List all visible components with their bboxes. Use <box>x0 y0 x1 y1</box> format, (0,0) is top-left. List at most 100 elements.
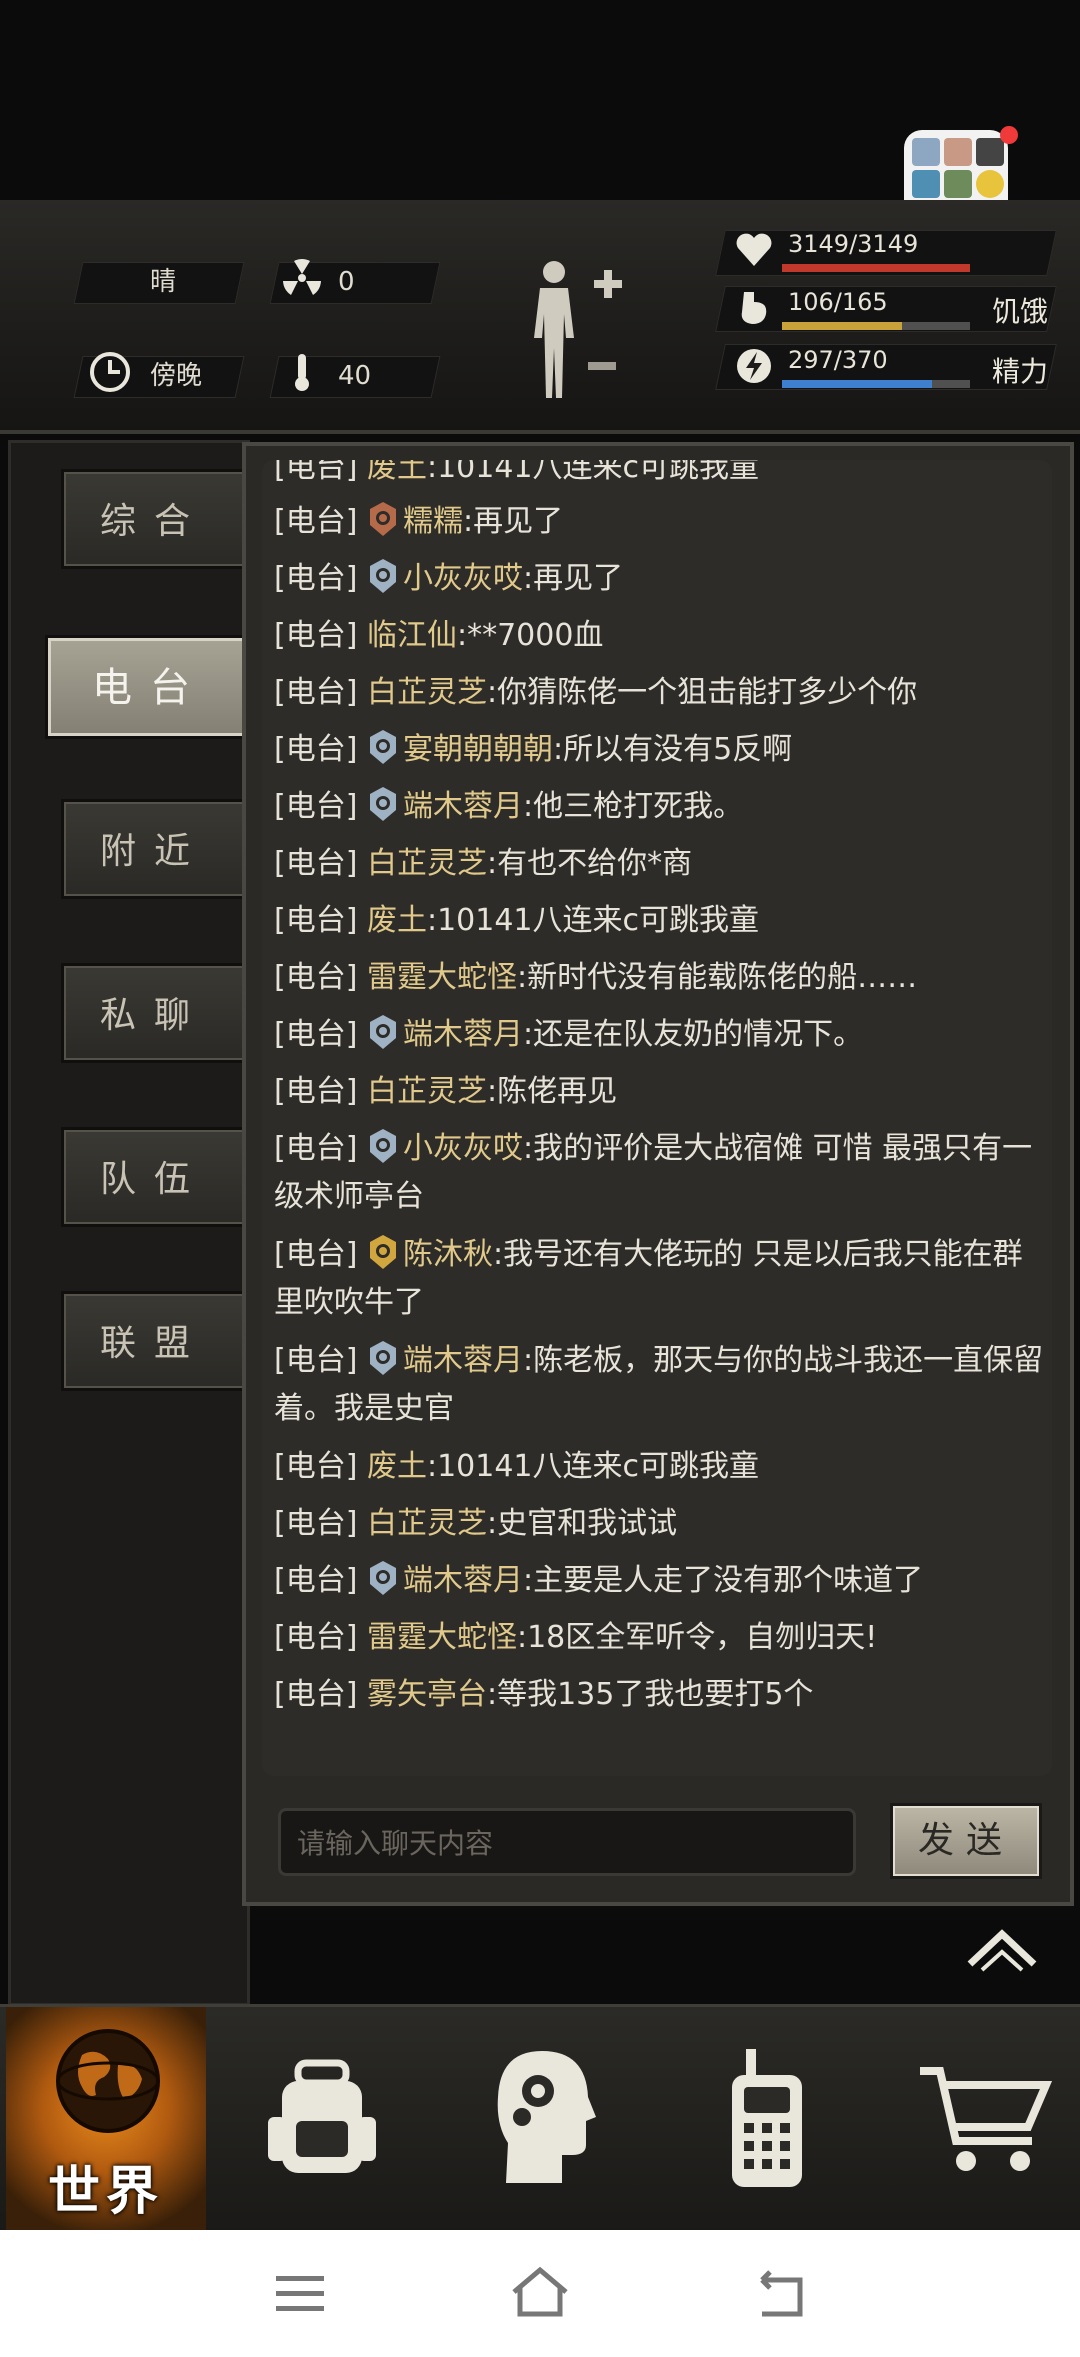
channel-tag: [电台] <box>274 1237 358 1272</box>
message-text: :主要是人走了没有那个味道了 <box>522 1563 924 1598</box>
energy-text: 297/370 <box>788 346 888 374</box>
sender-name[interactable]: 白芷灵芝 <box>367 1506 487 1541</box>
nav-radio[interactable] <box>710 2007 820 2233</box>
body-status-button[interactable] <box>520 258 630 408</box>
nav-shop[interactable] <box>910 2007 1060 2233</box>
sender-name[interactable]: 宴朝朝朝朝 <box>403 732 553 767</box>
channel-tag: [电台] <box>274 561 358 596</box>
thermometer-icon <box>280 350 324 394</box>
sender-name[interactable]: 端木蓉月 <box>403 1563 523 1598</box>
channel-tag: [电台] <box>274 1131 358 1166</box>
hunger-bar <box>782 322 970 330</box>
sender-name[interactable]: 端木蓉月 <box>403 1017 523 1052</box>
sender-name[interactable]: 雷霆大蛇怪 <box>367 960 517 995</box>
chat-message: [电台] 端木蓉月:还是在队友奶的情况下。 <box>274 1011 1044 1059</box>
channel-tag: [电台] <box>274 1449 358 1484</box>
message-text: :**7000血 <box>456 618 604 653</box>
message-text: :新时代没有能载陈佬的船…… <box>516 960 918 995</box>
channel-tag: [电台] <box>274 675 358 710</box>
tab-nearby[interactable]: 附近 <box>61 799 247 899</box>
message-text: :10141八连来c可跳我童 <box>426 460 760 485</box>
weather-value: 晴 <box>150 267 177 297</box>
chat-message: [电台] 端木蓉月:他三枪打死我。 <box>274 783 1044 831</box>
energy-fill <box>782 380 933 388</box>
chat-message-list[interactable]: [电台] 废土:10141八连来c可跳我童 [电台] 糯糯:再见了 [电台] 小灰灰… <box>262 460 1052 1776</box>
back-icon[interactable] <box>752 2270 806 2318</box>
collapse-chevron-icon[interactable] <box>962 1920 1042 1976</box>
nav-skills[interactable] <box>480 2007 610 2233</box>
channel-tag: [电台] <box>274 1677 358 1712</box>
chat-message: [电台] 白芷灵芝:你猜陈佬一个狙击能打多少个你 <box>274 669 1044 717</box>
sender-name[interactable]: 端木蓉月 <box>403 1343 523 1378</box>
chat-message: [电台] 端木蓉月:陈老板，那天与你的战斗我还一直保留着。我是史官 <box>274 1337 1044 1433</box>
channel-tag: [电台] <box>274 618 358 653</box>
silver-rank-badge-icon <box>367 558 399 594</box>
message-text: :他三枪打死我。 <box>522 789 744 824</box>
cart-icon <box>916 2063 1053 2175</box>
nav-world[interactable]: 世界 <box>6 2007 206 2233</box>
sender-name[interactable]: 废土 <box>367 903 427 938</box>
sender-name[interactable]: 陈沐秋 <box>403 1237 493 1272</box>
chat-channel-sidebar: 综合 电台 附近 私聊 队伍 联盟 <box>8 440 255 2006</box>
message-text: :等我135了我也要打5个 <box>486 1677 814 1712</box>
tab-team[interactable]: 队伍 <box>61 1127 247 1227</box>
lightning-icon <box>734 346 774 386</box>
tab-comprehensive[interactable]: 综合 <box>61 469 247 569</box>
channel-tag: [电台] <box>274 1343 358 1378</box>
chat-message: [电台] 废土:10141八连来c可跳我童 <box>274 897 1044 945</box>
hunger-text: 106/165 <box>788 288 888 316</box>
notification-dot <box>1000 126 1018 144</box>
energy-bar <box>782 380 970 388</box>
sender-name[interactable]: 雷霆大蛇怪 <box>367 1620 517 1655</box>
radiation-icon <box>280 256 324 300</box>
chat-message: [电台] 废土:10141八连来c可跳我童 <box>274 1443 1044 1491</box>
tab-private[interactable]: 私聊 <box>61 963 247 1063</box>
chat-message: [电台] 废土:10141八连来c可跳我童 <box>274 460 1044 492</box>
sender-name[interactable]: 雾矢亭台 <box>367 1677 487 1712</box>
message-text: :18区全军听令，自刎归天! <box>516 1620 878 1655</box>
hp-text: 3149/3149 <box>788 230 919 258</box>
channel-tag: [电台] <box>274 1506 358 1541</box>
hunger-label: 饥饿 <box>992 295 1049 328</box>
chat-message: [电台] 小灰灰哎:我的评价是大战宿傩 可惜 最强只有一级术师亭台 <box>274 1125 1044 1221</box>
sender-name[interactable]: 白芷灵芝 <box>367 675 487 710</box>
chat-input[interactable] <box>295 1821 839 1865</box>
message-text: :还是在队友奶的情况下。 <box>522 1017 864 1052</box>
energy-label: 精力 <box>992 355 1049 388</box>
channel-tag: [电台] <box>274 789 358 824</box>
chat-input-container <box>278 1808 856 1876</box>
sender-name[interactable]: 临江仙 <box>367 618 457 653</box>
channel-tag: [电台] <box>274 1017 358 1052</box>
home-icon[interactable] <box>510 2266 570 2318</box>
sender-name[interactable]: 端木蓉月 <box>403 789 523 824</box>
chat-message: [电台] 小灰灰哎:再见了 <box>274 555 1044 603</box>
sender-name[interactable]: 废土 <box>367 1449 427 1484</box>
hp-fill <box>782 264 970 272</box>
chat-message: [电台] 糯糯:再见了 <box>274 498 1044 546</box>
chat-message: [电台] 雷霆大蛇怪:18区全军听令，自刎归天! <box>274 1614 1044 1662</box>
silver-rank-badge-icon <box>367 1340 399 1376</box>
message-text: :史官和我试试 <box>486 1506 678 1541</box>
channel-tag: [电台] <box>274 846 358 881</box>
channel-tag: [电台] <box>274 960 358 995</box>
gold-rank-badge-icon <box>367 1234 399 1270</box>
sender-name[interactable]: 糯糯 <box>403 504 463 539</box>
sender-name[interactable]: 小灰灰哎 <box>403 1131 523 1166</box>
menu-icon[interactable] <box>276 2274 324 2314</box>
sender-name[interactable]: 小灰灰哎 <box>403 561 523 596</box>
backpack-icon <box>264 2057 380 2179</box>
sender-name[interactable]: 白芷灵芝 <box>367 1074 487 1109</box>
tab-alliance[interactable]: 联盟 <box>61 1291 247 1391</box>
status-panel: 晴 0 傍晚 40 3149/3149 106/165 饥饿 297/370 精… <box>0 200 1080 434</box>
tab-radio[interactable]: 电台 <box>45 635 255 739</box>
clock-icon <box>88 350 132 394</box>
sender-name[interactable]: 白芷灵芝 <box>367 846 487 881</box>
message-text: :陈佬再见 <box>486 1074 618 1109</box>
chat-message: [电台] 宴朝朝朝朝:所以有没有5反啊 <box>274 726 1044 774</box>
nav-backpack[interactable] <box>250 2007 390 2233</box>
skills-head-icon <box>492 2047 596 2187</box>
send-button[interactable]: 发送 <box>890 1803 1042 1879</box>
message-text: :你猜陈佬一个狙击能打多少个你 <box>486 675 918 710</box>
sender-name[interactable]: 废土 <box>367 460 427 485</box>
silver-rank-badge-icon <box>367 1014 399 1050</box>
